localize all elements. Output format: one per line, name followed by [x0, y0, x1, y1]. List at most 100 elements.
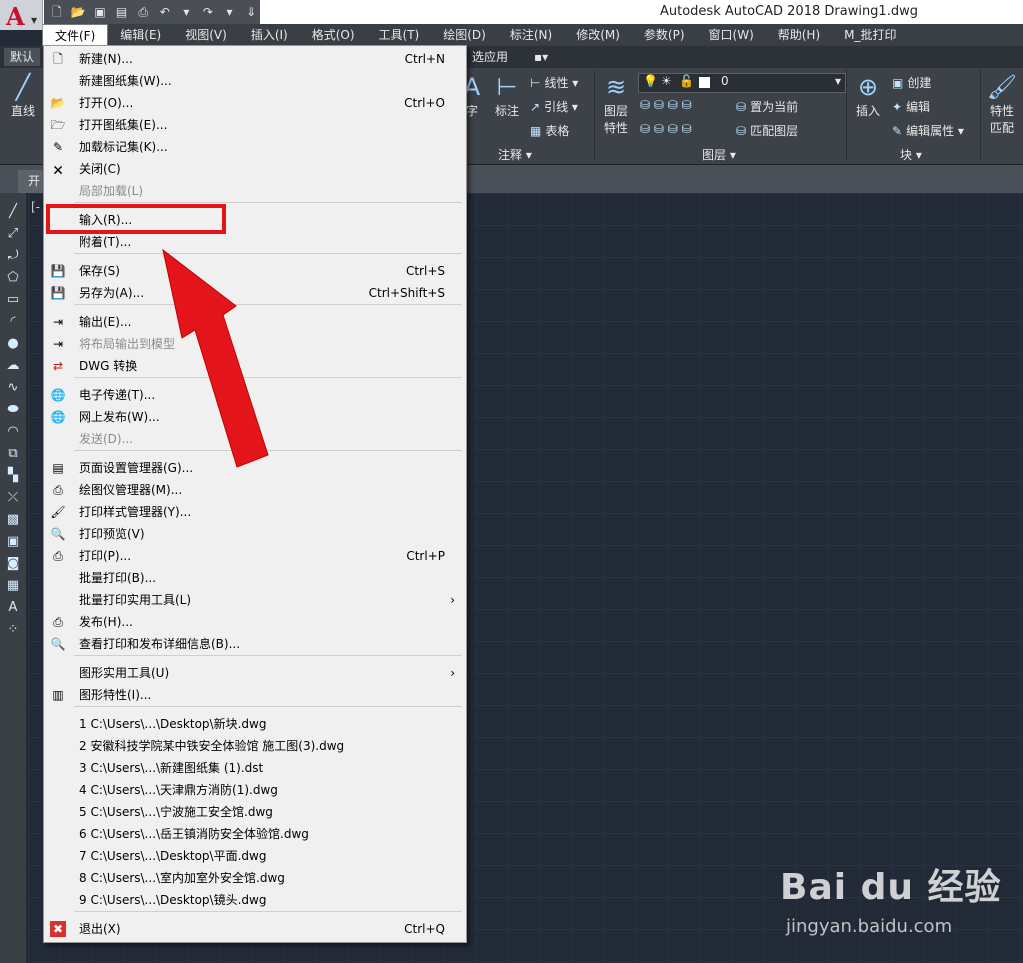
create-block-button[interactable]: ▣ 创建	[892, 74, 931, 91]
print-icon[interactable]: ⎙	[134, 3, 152, 21]
viewport-controls[interactable]: [-	[31, 200, 40, 214]
point-icon[interactable]: ⤫	[0, 487, 26, 509]
block-panel-title[interactable]: 块 ▾	[900, 146, 922, 163]
menu-item-5[interactable]: 工具(T)	[367, 24, 432, 46]
redo-icon[interactable]: ↷	[199, 3, 217, 21]
table-tool-icon[interactable]: ▦	[0, 575, 26, 597]
file-menu-item-22[interactable]: 批量打印(B)...	[45, 567, 465, 589]
annotation-panel-title[interactable]: 注释 ▾	[498, 146, 532, 163]
file-menu-item-23[interactable]: 批量打印实用工具(L) ›	[45, 589, 465, 611]
save-icon[interactable]: ▣	[91, 3, 109, 21]
layers-panel-title[interactable]: 图层 ▾	[702, 146, 736, 163]
file-menu-item-4[interactable]: ✎ 加载标记集(K)...	[45, 136, 465, 158]
undo-dropdown-icon[interactable]: ▾	[178, 3, 196, 21]
file-menu-item-25[interactable]: 🔍 查看打印和发布详细信息(B)...	[45, 633, 465, 655]
tab-default[interactable]: 默认	[4, 48, 41, 66]
file-menu-item-14[interactable]: 🌐 电子传递(T)...	[45, 384, 465, 406]
polygon-icon[interactable]: ⬠	[0, 267, 26, 289]
edit-block-button[interactable]: ✦ 编辑	[892, 98, 930, 115]
file-menu-item-28[interactable]: 1 C:\Users\...\Desktop\新块.dwg	[45, 713, 465, 735]
menu-item-9[interactable]: 参数(P)	[632, 24, 697, 46]
tab-featured-apps[interactable]: 选应用	[466, 48, 514, 66]
file-menu-item-37[interactable]: ✖ 退出(X) Ctrl+Q	[45, 918, 465, 940]
file-menu-item-5[interactable]: 🗙 关闭(C)	[45, 158, 465, 180]
edit-attributes-button[interactable]: ✎ 编辑属性 ▾	[892, 122, 964, 139]
table-button[interactable]: ▦ 表格	[530, 122, 569, 139]
spline-icon[interactable]: ∿	[0, 377, 26, 399]
line-button[interactable]: ╱ 直线	[4, 72, 42, 119]
menu-item-3[interactable]: 插入(I)	[239, 24, 300, 46]
file-menu-item-29[interactable]: 2 安徽科技学院某中铁安全体验馆 施工图(3).dwg	[45, 735, 465, 757]
file-menu-item-10[interactable]: 💾 另存为(A)... Ctrl+Shift+S	[45, 282, 465, 304]
file-menu-item-18[interactable]: ⎙ 绘图仪管理器(M)...	[45, 479, 465, 501]
arc-icon[interactable]: ◜	[0, 311, 26, 333]
menu-item-12[interactable]: M_批打印	[832, 24, 908, 46]
customize-qat-icon[interactable]: ⇓	[242, 3, 260, 21]
file-menu-item-15[interactable]: 🌐 网上发布(W)...	[45, 406, 465, 428]
file-menu-item-17[interactable]: ▤ 页面设置管理器(G)...	[45, 457, 465, 479]
undo-icon[interactable]: ↶	[156, 3, 174, 21]
insert-block-button[interactable]: ⊕ 插入	[850, 72, 886, 119]
layer-tools-row2[interactable]: ⛁ ⛁ ⛁ ⛁	[640, 122, 696, 136]
menu-item-7[interactable]: 标注(N)	[498, 24, 564, 46]
file-menu-item-35[interactable]: 8 C:\Users\...\室内加室外安全馆.dwg	[45, 867, 465, 889]
menu-item-2[interactable]: 视图(V)	[173, 24, 239, 46]
circle-icon[interactable]: ●	[0, 333, 26, 355]
file-menu-item-11[interactable]: ⇥ 输出(E)...	[45, 311, 465, 333]
hatch-icon[interactable]: ▩	[0, 509, 26, 531]
match-properties-button[interactable]: 🖌 特性 匹配	[984, 72, 1020, 136]
file-menu-item-36[interactable]: 9 C:\Users\...\Desktop\镜头.dwg	[45, 889, 465, 911]
file-menu-item-26[interactable]: 图形实用工具(U) ›	[45, 662, 465, 684]
file-menu-item-2[interactable]: 📂 打开(O)... Ctrl+O	[45, 92, 465, 114]
redo-dropdown-icon[interactable]: ▾	[221, 3, 239, 21]
file-menu-item-13[interactable]: ⇄ DWG 转换	[45, 355, 465, 377]
menu-item-4[interactable]: 格式(O)	[300, 24, 367, 46]
polyline-icon[interactable]: ⤾	[0, 245, 26, 267]
mtext-icon[interactable]: A	[0, 597, 26, 619]
file-menu-item-0[interactable]: 🗋 新建(N)... Ctrl+N	[45, 48, 465, 70]
file-menu-item-8[interactable]: 附着(T)...	[45, 231, 465, 253]
menu-item-11[interactable]: 帮助(H)	[766, 24, 832, 46]
file-menu-item-19[interactable]: 🖌 打印样式管理器(Y)...	[45, 501, 465, 523]
file-menu-item-1[interactable]: 新建图纸集(W)...	[45, 70, 465, 92]
layer-combo[interactable]: 💡 ☀ 🔓 0 ▾	[638, 73, 846, 93]
menu-item-1[interactable]: 编辑(E)	[108, 24, 173, 46]
file-menu-item-27[interactable]: ▥ 图形特性(I)...	[45, 684, 465, 706]
tab-options-icon[interactable]: ▪▾	[528, 48, 554, 66]
file-menu-item-3[interactable]: 🗁 打开图纸集(E)...	[45, 114, 465, 136]
set-current-button[interactable]: ⛁ 置为当前	[736, 98, 798, 115]
line-tool-icon[interactable]: ╱	[0, 201, 26, 223]
file-menu-item-31[interactable]: 4 C:\Users\...\天津鼎方消防(1).dwg	[45, 779, 465, 801]
menu-item-6[interactable]: 绘图(D)	[431, 24, 498, 46]
layer-properties-button[interactable]: ≋ 图层 特性	[598, 72, 634, 136]
file-menu-item-20[interactable]: 🔍 打印预览(V)	[45, 523, 465, 545]
dimension-button[interactable]: ⊢ 标注	[490, 72, 524, 119]
file-menu-item-24[interactable]: ⎙ 发布(H)...	[45, 611, 465, 633]
file-menu-item-9[interactable]: 💾 保存(S) Ctrl+S	[45, 260, 465, 282]
file-menu-item-34[interactable]: 7 C:\Users\...\Desktop\平面.dwg	[45, 845, 465, 867]
add-selected-icon[interactable]: ⁘	[0, 619, 26, 641]
layer-tools-row1[interactable]: ⛁ ⛁ ⛁ ⛁	[640, 98, 696, 112]
linear-dim-button[interactable]: ⊢ 线性 ▾	[530, 74, 578, 91]
menu-item-0[interactable]: 文件(F)	[42, 23, 109, 47]
ellipse-arc-icon[interactable]: ◠	[0, 421, 26, 443]
file-menu-item-30[interactable]: 3 C:\Users\...\新建图纸集 (1).dst	[45, 757, 465, 779]
file-menu-item-33[interactable]: 6 C:\Users\...\岳王镇消防安全体验馆.dwg	[45, 823, 465, 845]
new-icon[interactable]: 🗋	[48, 3, 66, 21]
save-as-icon[interactable]: ▤	[113, 3, 131, 21]
open-icon[interactable]: 📂	[70, 3, 88, 21]
construction-line-icon[interactable]: ⤢	[0, 223, 26, 245]
make-block-icon[interactable]: ▚	[0, 465, 26, 487]
ellipse-icon[interactable]: ⬬	[0, 399, 26, 421]
gradient-icon[interactable]: ▣	[0, 531, 26, 553]
revcloud-icon[interactable]: ☁	[0, 355, 26, 377]
match-layer-button[interactable]: ⛁ 匹配图层	[736, 122, 798, 139]
rectangle-icon[interactable]: ▭	[0, 289, 26, 311]
application-menu-button[interactable]: A ▼	[0, 0, 43, 31]
file-menu-item-32[interactable]: 5 C:\Users\...\宁波施工安全馆.dwg	[45, 801, 465, 823]
menu-item-8[interactable]: 修改(M)	[564, 24, 632, 46]
menu-item-10[interactable]: 窗口(W)	[697, 24, 766, 46]
region-icon[interactable]: ◙	[0, 553, 26, 575]
leader-button[interactable]: ↗ 引线 ▾	[530, 98, 578, 115]
file-menu-item-21[interactable]: ⎙ 打印(P)... Ctrl+P	[45, 545, 465, 567]
